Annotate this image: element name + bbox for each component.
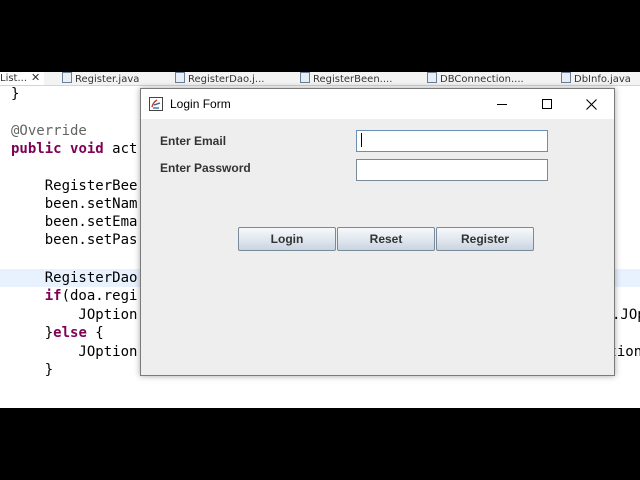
code-text: (doa.regi	[61, 288, 138, 304]
maximize-button[interactable]	[524, 89, 570, 119]
code-text-right: .JOp	[612, 307, 640, 323]
screen: List... ✕ Register.java RegisterDao.j... …	[0, 0, 640, 480]
password-label: Enter Password	[160, 161, 251, 175]
tab-register-dao[interactable]: RegisterDao.j...	[175, 72, 268, 85]
code-text: JOption	[11, 344, 138, 360]
close-icon	[585, 98, 597, 110]
code-text: JOption	[11, 307, 138, 323]
reset-button[interactable]: Reset	[337, 227, 435, 251]
email-field[interactable]	[356, 130, 548, 152]
code-text: been.setEma	[11, 214, 138, 230]
code-text: been.setNam	[11, 196, 138, 212]
tab-db-connection[interactable]: DBConnection....	[427, 72, 528, 85]
code-keyword: public	[11, 141, 62, 157]
java-file-icon	[300, 72, 310, 83]
code-text: }	[44, 325, 54, 341]
email-label: Enter Email	[160, 134, 227, 148]
register-button[interactable]: Register	[436, 227, 534, 251]
tab-label: DBConnection....	[440, 74, 524, 85]
code-text: been.setPas	[11, 232, 138, 248]
close-button[interactable]	[568, 89, 614, 119]
tab-register-java[interactable]: Register.java	[62, 72, 143, 85]
tab-db-info[interactable]: DbInfo.java	[561, 72, 635, 85]
text-caret	[361, 133, 362, 147]
java-app-icon	[149, 97, 163, 111]
code-text: RegisterDao	[11, 270, 138, 286]
java-file-icon	[175, 72, 185, 83]
code-keyword: else	[53, 325, 87, 341]
form-body: Enter Email Enter Password Login Reset R…	[141, 119, 614, 375]
tab-list[interactable]: List... ✕	[0, 72, 45, 85]
minimize-icon	[497, 104, 507, 105]
tab-label: RegisterBeen....	[313, 74, 393, 85]
code-text: {	[86, 325, 104, 341]
java-file-icon	[561, 72, 571, 83]
java-file-icon	[427, 72, 437, 83]
tab-register-been[interactable]: RegisterBeen....	[300, 72, 396, 85]
code-text: }	[11, 362, 54, 378]
close-icon[interactable]: ✕	[31, 72, 40, 84]
login-button[interactable]: Login	[238, 227, 336, 251]
code-keyword: void	[70, 141, 104, 157]
minimize-button[interactable]	[479, 89, 525, 119]
editor-tab-bar: List... ✕ Register.java RegisterDao.j... …	[0, 72, 640, 86]
code-text: }	[11, 86, 20, 102]
password-field[interactable]	[356, 159, 548, 181]
title-bar[interactable]: Login Form	[141, 89, 614, 119]
tab-label: List...	[0, 73, 28, 84]
code-text: act	[112, 141, 138, 157]
tab-label: Register.java	[75, 74, 140, 85]
maximize-icon	[542, 99, 552, 109]
login-form-window: Login Form Enter Email Enter Password Lo…	[140, 88, 615, 376]
tab-label: RegisterDao.j...	[188, 74, 265, 85]
window-title: Login Form	[170, 97, 231, 111]
code-annotation: @Override	[11, 123, 87, 139]
tab-label: DbInfo.java	[574, 74, 631, 85]
code-keyword: if	[44, 288, 62, 304]
code-text: RegisterBee	[11, 178, 138, 194]
java-file-icon	[62, 72, 72, 83]
